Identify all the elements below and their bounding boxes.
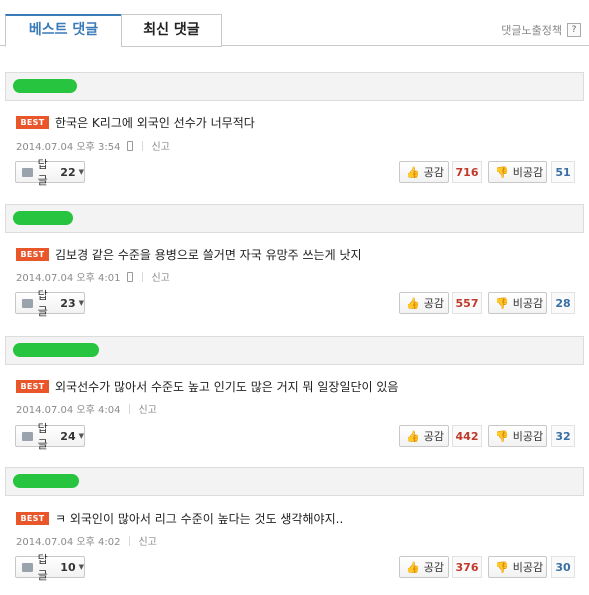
comment-text: 외국선수가 많아서 수준도 높고 인기도 많은 거지 뭐 일장일단이 있음 — [55, 380, 399, 394]
dislike-label: 비공감 — [512, 166, 544, 179]
dislike-label: 비공감 — [512, 561, 544, 574]
comment-date: 2014.07.04 오후 3:54 — [16, 142, 121, 153]
like-label: 공감 — [423, 166, 444, 179]
report-link[interactable]: 신고 — [138, 533, 156, 548]
dislike-button[interactable]: 👎 비공감 — [488, 161, 547, 183]
divider — [142, 140, 144, 151]
comment-text: ㅋ 외국인이 많아서 리그 수준이 높다는 것도 생각해야지.. — [55, 512, 344, 526]
thumbs-up-icon: 👍 — [406, 165, 420, 179]
like-count: 557 — [452, 292, 482, 314]
dislike-button[interactable]: 👎 비공감 — [488, 292, 547, 314]
tab-latest-comments[interactable]: 최신 댓글 — [121, 14, 222, 47]
reply-label: 답글 — [37, 422, 48, 451]
dislike-count: 28 — [551, 292, 575, 314]
best-badge: BEST — [16, 380, 49, 393]
like-button[interactable]: 👍 공감 — [399, 161, 449, 183]
comment-date: 2014.07.04 오후 4:04 — [16, 405, 121, 416]
user-bar — [5, 467, 584, 496]
speech-bubble-icon — [22, 431, 33, 441]
reply-label: 답글 — [37, 553, 48, 582]
speech-bubble-icon — [22, 167, 33, 177]
caret-down-icon: ▼ — [78, 563, 84, 571]
reply-button[interactable]: 답글 24 ▼ — [15, 422, 85, 451]
mobile-icon — [127, 140, 134, 151]
like-count: 376 — [452, 556, 482, 578]
thumbs-up-icon: 👍 — [406, 429, 420, 443]
caret-down-icon: ▼ — [78, 432, 84, 440]
user-bar — [5, 336, 584, 365]
dislike-label: 비공감 — [512, 297, 544, 310]
thumbs-down-icon: 👎 — [495, 296, 509, 310]
thumbs-down-icon: 👎 — [495, 560, 509, 574]
dislike-count: 30 — [551, 556, 575, 578]
like-label: 공감 — [423, 297, 444, 310]
username-redaction — [13, 474, 79, 488]
mobile-icon — [127, 271, 134, 282]
tab-best-comments[interactable]: 베스트 댓글 — [5, 14, 122, 47]
comment-meta: 2014.07.04 오후 3:54 신고 — [16, 138, 170, 153]
divider — [142, 271, 144, 282]
help-icon[interactable]: ? — [567, 23, 581, 37]
comment-meta: 2014.07.04 오후 4:02 신고 — [16, 533, 157, 548]
user-bar — [5, 72, 584, 101]
reply-label: 답글 — [37, 158, 48, 187]
comment-text: 김보경 같은 수준을 용병으로 쓸거면 자국 유망주 쓰는게 낫지 — [55, 248, 362, 262]
reply-button[interactable]: 답글 23 ▼ — [15, 289, 85, 318]
thumbs-up-icon: 👍 — [406, 560, 420, 574]
reply-button[interactable]: 답글 22 ▼ — [15, 158, 85, 187]
caret-down-icon: ▼ — [78, 299, 84, 307]
thumbs-down-icon: 👎 — [495, 429, 509, 443]
comment-date: 2014.07.04 오후 4:02 — [16, 537, 121, 548]
like-count: 442 — [452, 425, 482, 447]
best-badge: BEST — [16, 116, 49, 129]
comment-meta: 2014.07.04 오후 4:04 신고 — [16, 401, 157, 416]
comment-policy-label: 댓글노출정책 — [501, 24, 562, 37]
comment-policy-link[interactable]: 댓글노출정책 ? — [501, 22, 581, 38]
divider — [129, 403, 131, 414]
reply-label: 답글 — [37, 289, 48, 318]
like-button[interactable]: 👍 공감 — [399, 292, 449, 314]
like-button[interactable]: 👍 공감 — [399, 425, 449, 447]
reply-button[interactable]: 답글 10 ▼ — [15, 553, 85, 582]
dislike-button[interactable]: 👎 비공감 — [488, 556, 547, 578]
speech-bubble-icon — [22, 562, 33, 572]
comment-text-row: BEST 김보경 같은 수준을 용병으로 쓸거면 자국 유망주 쓰는게 낫지 — [16, 246, 362, 263]
best-badge: BEST — [16, 248, 49, 261]
username-redaction — [13, 79, 77, 93]
comment-tabbar: 베스트 댓글 최신 댓글 댓글노출정책 ? — [0, 0, 589, 47]
dislike-count: 51 — [551, 161, 575, 183]
thumbs-down-icon: 👎 — [495, 165, 509, 179]
thumbs-up-icon: 👍 — [406, 296, 420, 310]
dislike-count: 32 — [551, 425, 575, 447]
comment-meta: 2014.07.04 오후 4:01 신고 — [16, 269, 170, 284]
reply-count: 10 — [60, 560, 76, 574]
report-link[interactable]: 신고 — [151, 138, 169, 153]
username-redaction — [13, 211, 73, 225]
username-redaction — [13, 343, 99, 357]
dislike-label: 비공감 — [512, 430, 544, 443]
reply-count: 23 — [60, 296, 76, 310]
divider — [129, 535, 131, 546]
comment-date: 2014.07.04 오후 4:01 — [16, 273, 121, 284]
like-count: 716 — [452, 161, 482, 183]
report-link[interactable]: 신고 — [151, 269, 169, 284]
comment-text-row: BEST 외국선수가 많아서 수준도 높고 인기도 많은 거지 뭐 일장일단이 … — [16, 378, 398, 395]
comment-text-row: BEST 한국은 K리그에 외국인 선수가 너무적다 — [16, 114, 255, 131]
like-label: 공감 — [423, 561, 444, 574]
comment-text: 한국은 K리그에 외국인 선수가 너무적다 — [55, 116, 255, 130]
report-link[interactable]: 신고 — [138, 401, 156, 416]
reply-count: 24 — [60, 429, 76, 443]
user-bar — [5, 204, 584, 233]
comment-text-row: BEST ㅋ 외국인이 많아서 리그 수준이 높다는 것도 생각해야지.. — [16, 510, 343, 527]
best-badge: BEST — [16, 512, 49, 525]
dislike-button[interactable]: 👎 비공감 — [488, 425, 547, 447]
like-button[interactable]: 👍 공감 — [399, 556, 449, 578]
caret-down-icon: ▼ — [78, 168, 84, 176]
reply-count: 22 — [60, 165, 76, 179]
like-label: 공감 — [423, 430, 444, 443]
speech-bubble-icon — [22, 298, 33, 308]
